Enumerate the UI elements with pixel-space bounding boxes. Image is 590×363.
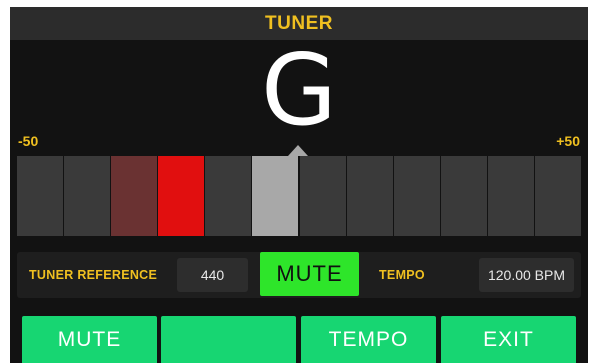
meter-segment — [394, 156, 440, 236]
meter-segment — [252, 156, 298, 236]
tuning-meter — [17, 156, 581, 236]
page-title: TUNER — [265, 13, 333, 34]
softkey-blank-button[interactable] — [161, 316, 296, 363]
softkey-exit-button[interactable]: EXIT — [441, 316, 576, 363]
scale-max-label: +50 — [556, 133, 580, 149]
center-pointer-icon — [288, 145, 308, 156]
tuner-screen: TUNER G -50 +50 TUNER REFERENCE 440 MUTE… — [10, 7, 588, 363]
tuner-reference-label: TUNER REFERENCE — [29, 268, 158, 282]
meter-segment — [205, 156, 251, 236]
meter-segment — [441, 156, 487, 236]
meter-segment — [17, 156, 63, 236]
note-display: G — [261, 34, 337, 148]
softkey-tempo-button[interactable]: TEMPO — [301, 316, 436, 363]
meter-segment — [111, 156, 157, 236]
scale-min-label: -50 — [18, 133, 39, 149]
tempo-label: TEMPO — [379, 268, 425, 282]
meter-segment — [535, 156, 581, 236]
meter-segment — [158, 156, 204, 236]
mute-toggle-button[interactable]: MUTE — [260, 252, 359, 296]
tempo-value[interactable]: 120.00 BPM — [479, 258, 574, 292]
meter-segment — [300, 156, 346, 236]
meter-segment — [347, 156, 393, 236]
meter-segment — [64, 156, 110, 236]
tuner-settings-row: TUNER REFERENCE 440 MUTE TEMPO 120.00 BP… — [17, 252, 581, 298]
softkey-mute-button[interactable]: MUTE — [22, 316, 157, 363]
tuner-reference-value[interactable]: 440 — [177, 258, 248, 292]
meter-segment — [488, 156, 534, 236]
